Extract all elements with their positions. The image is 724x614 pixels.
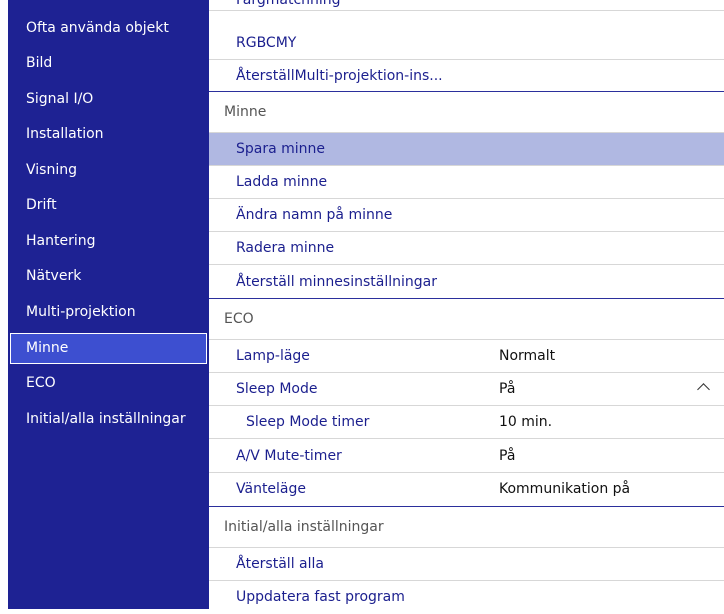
row-label: Vänteläge xyxy=(236,481,307,497)
sidebar-item-natverk[interactable]: Nätverk xyxy=(10,261,207,292)
row-aterstall-minnesinstallningar[interactable]: Återställ minnesinställningar xyxy=(209,266,724,299)
sidebar-item-initial-alla-installningar[interactable]: Initial/alla inställningar xyxy=(10,404,207,435)
row-label: Återställ minnesinställningar xyxy=(236,274,437,290)
row-label: Uppdatera fast program xyxy=(236,589,405,605)
row-spara-minne[interactable]: Spara minne xyxy=(209,133,724,166)
sidebar-item-minne[interactable]: Minne xyxy=(10,333,207,364)
row-value: 10 min. xyxy=(499,414,553,430)
sidebar-item-signal-io[interactable]: Signal I/O xyxy=(10,84,207,115)
section-header-minne: Minne xyxy=(209,91,724,133)
row-label: Sleep Mode timer xyxy=(246,414,370,430)
section-title: Initial/alla inställningar xyxy=(224,519,384,535)
row-label: Färgmatchning xyxy=(236,0,341,8)
row-value: På xyxy=(499,448,516,464)
row-label: Återställ alla xyxy=(236,556,324,572)
chevron-up-icon[interactable] xyxy=(697,383,710,396)
row-uppdatera-fast-program[interactable]: Uppdatera fast program xyxy=(209,581,724,614)
row-label: RGBCMY xyxy=(236,35,297,51)
row-label: ÅterställMulti-projektion-ins... xyxy=(236,68,443,84)
row-av-mute-timer[interactable]: A/V Mute-timer På xyxy=(209,440,724,473)
section-header-eco: ECO xyxy=(209,298,724,340)
sidebar-item-installation[interactable]: Installation xyxy=(10,119,207,150)
main-panel: Färgmatchning RGBCMY ÅterställMulti-proj… xyxy=(209,0,724,609)
section-header-initial: Initial/alla inställningar xyxy=(209,506,724,548)
row-vantelage[interactable]: Vänteläge Kommunikation på xyxy=(209,473,724,506)
sidebar-item-ofta-anvanda-objekt[interactable]: Ofta använda objekt xyxy=(10,13,207,44)
row-radera-minne[interactable]: Radera minne xyxy=(209,232,724,265)
row-sleep-mode[interactable]: Sleep Mode På xyxy=(209,373,724,406)
row-lamp-lage[interactable]: Lamp-läge Normalt xyxy=(209,340,724,373)
row-value: Kommunikation på xyxy=(499,481,631,497)
row-label: A/V Mute-timer xyxy=(236,448,342,464)
row-label: Radera minne xyxy=(236,240,335,256)
row-value: Normalt xyxy=(499,348,556,364)
row-label: Ladda minne xyxy=(236,174,328,190)
row-ladda-minne[interactable]: Ladda minne xyxy=(209,166,724,199)
sidebar-item-visning[interactable]: Visning xyxy=(10,155,207,186)
sidebar-item-hantering[interactable]: Hantering xyxy=(10,226,207,257)
row-aterstall-multi-projektion[interactable]: ÅterställMulti-projektion-ins... xyxy=(209,60,724,93)
row-label: Ändra namn på minne xyxy=(236,207,393,223)
row-label: Sleep Mode xyxy=(236,381,318,397)
row-label: Lamp-läge xyxy=(236,348,310,364)
sidebar-item-drift[interactable]: Drift xyxy=(10,190,207,221)
row-sleep-mode-timer[interactable]: Sleep Mode timer 10 min. xyxy=(209,406,724,439)
row-andra-namn-pa-minne[interactable]: Ändra namn på minne xyxy=(209,199,724,232)
row-fargmatchning[interactable]: Färgmatchning xyxy=(209,0,724,11)
sidebar-item-eco[interactable]: ECO xyxy=(10,368,207,399)
sidebar-item-multi-projektion[interactable]: Multi-projektion xyxy=(10,297,207,328)
section-title: ECO xyxy=(224,311,254,327)
sidebar: Ofta använda objekt Bild Signal I/O Inst… xyxy=(8,0,209,609)
section-title: Minne xyxy=(224,104,267,120)
sidebar-item-bild[interactable]: Bild xyxy=(10,48,207,79)
row-rgbcmy[interactable]: RGBCMY xyxy=(209,27,724,60)
row-value: På xyxy=(499,381,516,397)
row-label: Spara minne xyxy=(236,141,326,157)
row-aterstall-alla[interactable]: Återställ alla xyxy=(209,548,724,581)
